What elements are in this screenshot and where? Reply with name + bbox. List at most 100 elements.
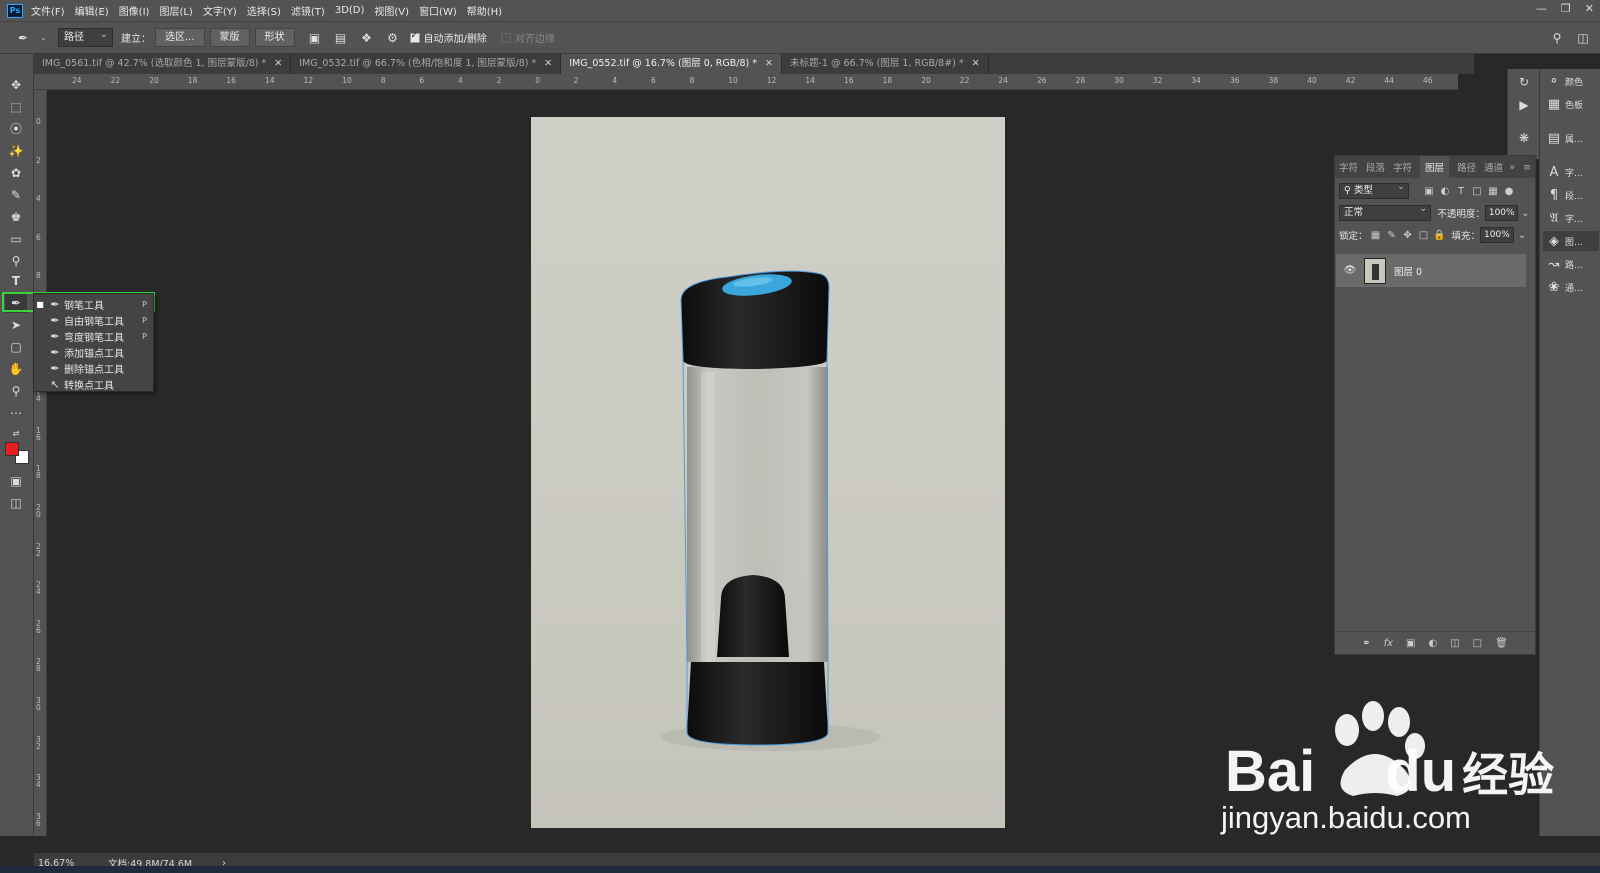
- flyout-item-pen-tool[interactable]: ■ ✒ 钢笔工具 P: [34, 297, 153, 313]
- history-icon[interactable]: ↻: [1513, 73, 1535, 92]
- opacity-input[interactable]: 100%: [1484, 205, 1518, 221]
- menu-filter[interactable]: 滤镜(T): [291, 3, 325, 18]
- trash-icon[interactable]: 🗑: [1495, 638, 1508, 649]
- lock-position-icon[interactable]: ✥: [1400, 230, 1416, 241]
- close-icon[interactable]: ✕: [1585, 2, 1594, 15]
- eye-icon[interactable]: 👁: [1342, 265, 1358, 276]
- minimize-icon[interactable]: —: [1536, 2, 1547, 15]
- preset-dropdown-icon[interactable]: ⌄: [40, 33, 50, 42]
- search-icon[interactable]: ⚲: [1548, 29, 1566, 47]
- panel-menu-icon[interactable]: ≡: [1523, 162, 1531, 173]
- panel-paths[interactable]: ↝ 路...: [1543, 254, 1599, 274]
- quick-mask-icon[interactable]: ▣: [5, 472, 27, 491]
- lock-pixels-icon[interactable]: ✎: [1384, 230, 1400, 241]
- filter-type-icon[interactable]: T: [1453, 186, 1469, 197]
- adjustment-layer-icon[interactable]: ◐: [1428, 638, 1437, 649]
- stamp-tool-icon[interactable]: ♚: [5, 208, 27, 227]
- menu-image[interactable]: 图像(I): [119, 3, 150, 18]
- blend-mode-select[interactable]: 正常: [1339, 202, 1432, 221]
- menu-type[interactable]: 文字(Y): [203, 3, 237, 18]
- filter-toggle-icon[interactable]: ●: [1501, 186, 1517, 197]
- panel-glyphs[interactable]: 𝔄 字...: [1543, 208, 1599, 228]
- lock-transparent-icon[interactable]: ▦: [1368, 230, 1384, 241]
- type-tool-icon[interactable]: T: [5, 272, 27, 291]
- filter-shape-icon[interactable]: □: [1469, 186, 1485, 197]
- chevron-down-icon[interactable]: ⌄: [1518, 208, 1533, 219]
- path-alignment-icon[interactable]: ▤: [332, 29, 350, 47]
- eyedropper-icon[interactable]: ✿: [5, 164, 27, 183]
- dodge-tool-icon[interactable]: ⚲: [5, 252, 27, 271]
- fx-icon[interactable]: fx: [1384, 638, 1393, 649]
- flyout-item-delete-anchor[interactable]: ✒ 删除锚点工具: [34, 361, 153, 377]
- tab-character[interactable]: 字符: [1339, 160, 1358, 174]
- flyout-item-add-anchor[interactable]: ✒ 添加锚点工具: [34, 345, 153, 361]
- tab-character-2[interactable]: 字符: [1393, 160, 1412, 174]
- magic-wand-icon[interactable]: ✨: [5, 142, 27, 161]
- panel-layers[interactable]: ◈ 图...: [1543, 231, 1599, 251]
- flyout-item-freeform-pen[interactable]: ✒ 自由钢笔工具 P: [34, 313, 153, 329]
- close-icon[interactable]: ✕: [274, 58, 282, 69]
- menu-help[interactable]: 帮助(H): [467, 3, 502, 18]
- close-icon[interactable]: ✕: [544, 58, 552, 69]
- add-mask-icon[interactable]: ▣: [1406, 638, 1415, 649]
- menu-select[interactable]: 选择(S): [247, 3, 281, 18]
- hand-tool-icon[interactable]: ✋: [5, 360, 27, 379]
- menu-layer[interactable]: 图层(L): [159, 3, 192, 18]
- layer-row[interactable]: 👁 图层 0: [1336, 254, 1526, 287]
- pen-tool-preset-icon[interactable]: ✒: [14, 29, 32, 47]
- panel-properties[interactable]: ▤ 属...: [1543, 128, 1599, 148]
- swap-colors-icon[interactable]: ⇄: [5, 424, 27, 443]
- make-mask-button[interactable]: 蒙版: [209, 28, 250, 47]
- menu-window[interactable]: 窗口(W): [419, 3, 457, 18]
- fill-input[interactable]: 100%: [1480, 227, 1515, 243]
- layer-filter-select[interactable]: ⚲ 类型: [1339, 180, 1409, 199]
- rectangle-tool-icon[interactable]: ▢: [5, 338, 27, 357]
- close-icon[interactable]: ✕: [765, 58, 773, 69]
- lasso-tool-icon[interactable]: ⦿: [5, 120, 27, 139]
- panel-swatches[interactable]: ▦ 色板: [1543, 94, 1599, 114]
- more-tools-icon[interactable]: ⋯: [5, 404, 27, 423]
- make-shape-button[interactable]: 形状: [254, 28, 295, 47]
- tab-paragraph[interactable]: 段落: [1366, 160, 1385, 174]
- gear-icon[interactable]: ⚙: [384, 29, 402, 47]
- tab-untitled-1[interactable]: 未标题-1 @ 66.7% (图层 1, RGB/8#) * ✕: [782, 54, 989, 74]
- chevron-down-icon[interactable]: ⌄: [1514, 230, 1530, 241]
- document-canvas[interactable]: [531, 117, 1005, 828]
- make-selection-button[interactable]: 选区...: [155, 28, 205, 47]
- screen-mode-icon[interactable]: ◫: [5, 494, 27, 513]
- auto-add-delete-checkbox[interactable]: [409, 31, 420, 43]
- eraser-tool-icon[interactable]: ▭: [5, 230, 27, 249]
- close-icon[interactable]: ✕: [972, 58, 980, 69]
- path-arrangement-icon[interactable]: ❖: [358, 29, 376, 47]
- zoom-tool-icon[interactable]: ⚲: [5, 382, 27, 401]
- tab-paths[interactable]: 路径: [1457, 160, 1476, 174]
- workspace-icon[interactable]: ◫: [1574, 29, 1592, 47]
- new-layer-icon[interactable]: □: [1473, 638, 1482, 649]
- pen-mode-select[interactable]: 路径: [58, 26, 113, 47]
- filter-smart-object-icon[interactable]: ▦: [1485, 186, 1501, 197]
- actions-play-icon[interactable]: ▶: [1513, 96, 1535, 115]
- collapse-icon[interactable]: »: [1509, 162, 1515, 173]
- menu-3d[interactable]: 3D(D): [335, 5, 365, 16]
- panel-channels[interactable]: ❀ 通...: [1543, 277, 1599, 297]
- menu-file[interactable]: 文件(F): [31, 3, 65, 18]
- folder-icon[interactable]: ◫: [1450, 638, 1459, 649]
- tab-img-0552[interactable]: IMG_0552.tif @ 16.7% (图层 0, RGB/8) * ✕: [561, 54, 782, 74]
- tab-img-0561[interactable]: IMG_0561.tif @ 42.7% (选取颜色 1, 图层蒙版/8) * ✕: [34, 54, 292, 74]
- menu-view[interactable]: 视图(V): [374, 3, 409, 18]
- brush-tool-icon[interactable]: ✎: [5, 186, 27, 205]
- filter-adjustment-icon[interactable]: ◐: [1437, 186, 1453, 197]
- path-selection-icon[interactable]: ➤: [5, 316, 27, 335]
- panel-character[interactable]: A 字...: [1543, 162, 1599, 182]
- panel-paragraph[interactable]: ¶ 段...: [1543, 185, 1599, 205]
- tab-img-0532[interactable]: IMG_0532.tif @ 66.7% (色相/饱和度 1, 图层蒙版/8) …: [291, 54, 562, 74]
- align-edges-checkbox[interactable]: [500, 32, 511, 43]
- brush-settings-icon[interactable]: ❋: [1513, 129, 1535, 148]
- filter-pixel-icon[interactable]: ▣: [1421, 186, 1437, 197]
- flyout-item-curvature-pen[interactable]: ✒ 弯度钢笔工具 P: [34, 329, 153, 345]
- link-icon[interactable]: ⚭: [1362, 638, 1370, 649]
- move-tool-icon[interactable]: ✥: [5, 76, 27, 95]
- layer-name[interactable]: 图层 0: [1394, 264, 1422, 278]
- flyout-item-convert-point[interactable]: ↖ 转换点工具: [34, 377, 153, 393]
- foreground-color-swatch[interactable]: [5, 442, 19, 456]
